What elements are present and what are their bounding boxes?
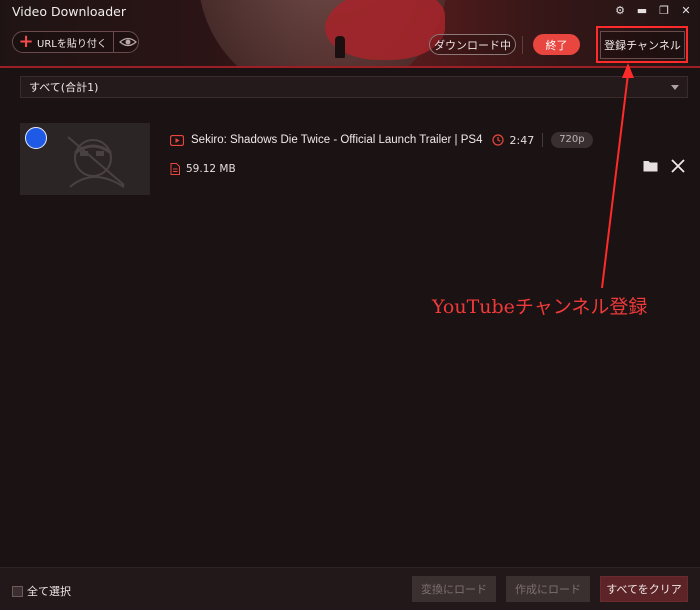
select-all-checkbox[interactable]: 全て選択 [12,583,71,599]
header-accent-line [0,66,700,68]
folder-icon[interactable] [643,159,658,172]
checkbox-icon[interactable] [12,585,23,597]
clock-icon [492,134,505,146]
tab-subscribed-channels[interactable]: 登録チャンネル [600,31,685,59]
eye-icon[interactable] [119,36,137,48]
window-controls: ⚙ ▬ ❐ ✕ [612,2,694,18]
video-title: Sekiro: Shadows Die Twice - Official Lau… [191,134,483,146]
paste-url-label: URLを貼り付く [37,38,107,50]
header-art-figure [335,36,345,58]
item-info-row: Sekiro: Shadows Die Twice - Official Lau… [170,132,593,148]
video-thumbnail[interactable] [20,123,150,195]
header-divider [522,36,523,54]
annotation-label: YouTubeチャンネル登録 [432,296,648,318]
app-title: Video Downloader [12,4,126,19]
youtube-play-icon [170,134,184,146]
paste-url-button[interactable]: + URLを貼り付く [12,31,139,53]
tab-downloading[interactable]: ダウンロード中 [429,34,516,55]
footer-bar: 全て選択 変換にロード 作成にロード すべてをクリア [0,567,700,610]
chevron-down-icon [671,85,679,90]
plus-icon: + [18,31,34,52]
video-quality-badge: 720p [551,132,593,148]
thumbnail-placeholder-icon [67,136,125,188]
close-window-icon[interactable]: ✕ [678,2,694,18]
video-file-size: 59.12 MB [186,163,236,175]
file-icon [170,163,180,175]
clear-all-button[interactable]: すべてをクリア [600,576,688,602]
app-header: Video Downloader ⚙ ▬ ❐ ✕ + URLを貼り付く ダウンロ… [0,0,700,66]
load-to-create-button[interactable]: 作成にロード [506,576,590,602]
filter-selected-value: すべて(合計1) [29,81,99,94]
settings-icon[interactable]: ⚙ [612,2,628,18]
select-all-label: 全て選択 [27,585,71,598]
filter-dropdown[interactable]: すべて(合計1) [20,76,688,98]
tab-finished[interactable]: 終了 [533,34,580,55]
item-size-row: 59.12 MB [170,163,236,175]
minimize-icon[interactable]: ▬ [634,2,650,18]
video-duration: 2:47 [509,133,535,147]
restore-icon[interactable]: ❐ [656,2,672,18]
load-to-convert-button[interactable]: 変換にロード [412,576,496,602]
item-select-checkbox[interactable] [25,127,47,149]
remove-item-icon[interactable] [671,159,685,173]
paste-url-divider [113,32,114,52]
info-divider [542,133,544,147]
